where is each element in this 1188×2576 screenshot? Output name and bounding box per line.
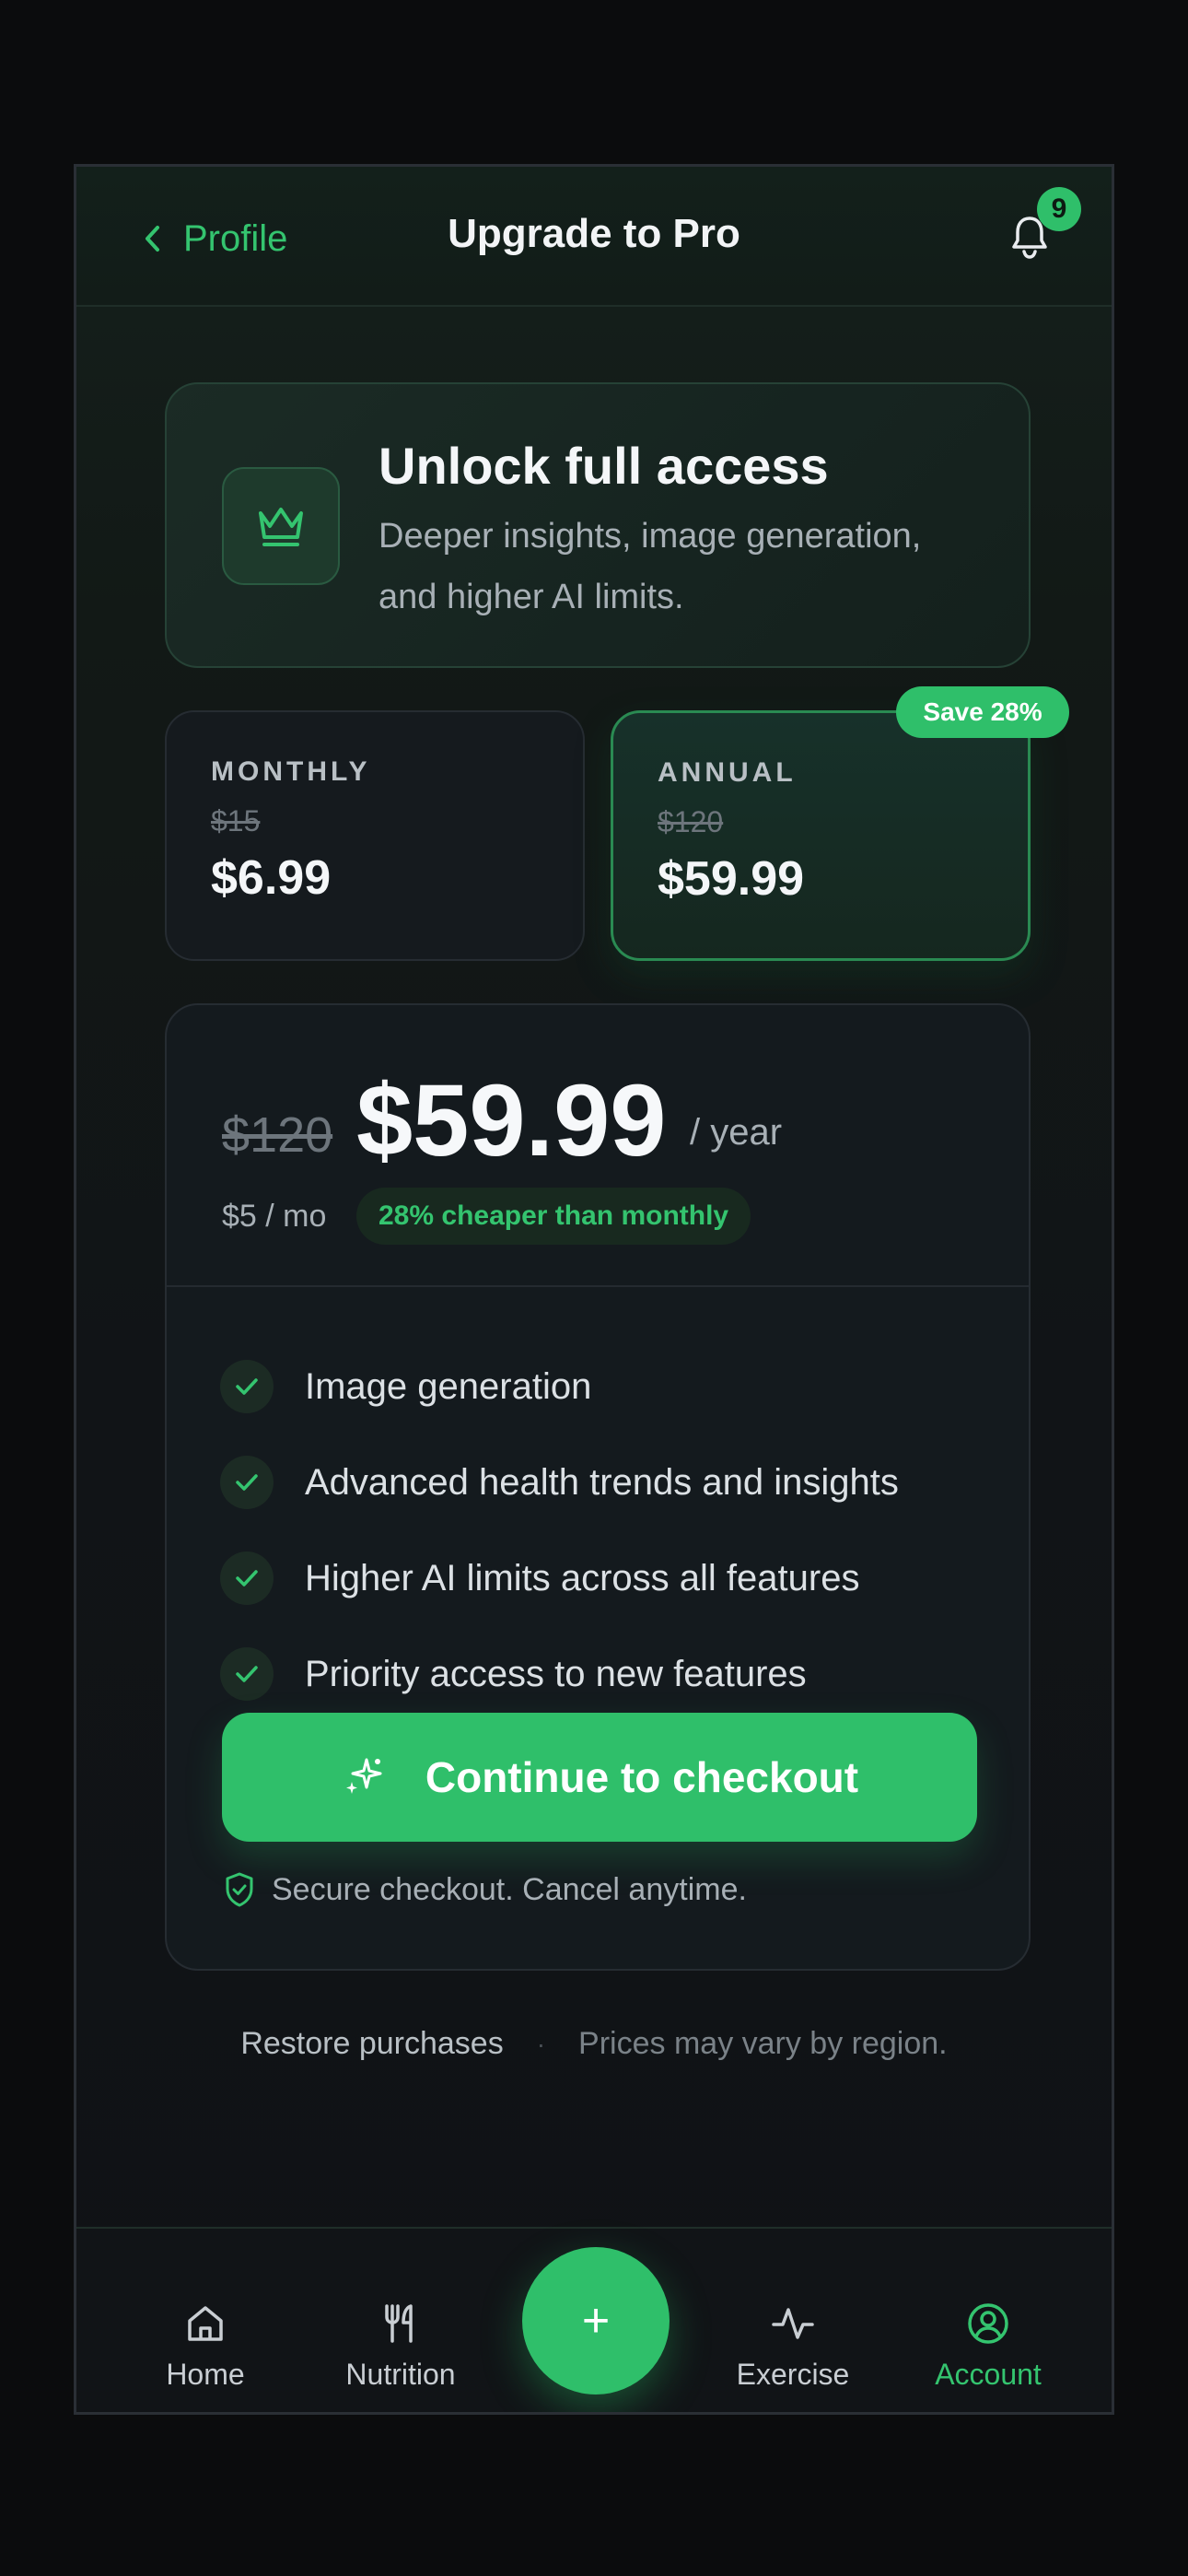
- tab-label: Exercise: [736, 2358, 850, 2391]
- tab-exercise[interactable]: Exercise: [701, 2301, 885, 2392]
- page-title: Upgrade to Pro: [448, 211, 740, 256]
- plan-price: $59.99: [658, 852, 805, 906]
- plan-old-price: $120: [658, 805, 724, 838]
- plan-label: ANNUAL: [658, 757, 797, 788]
- check-icon: [236, 1378, 258, 1395]
- home-icon: [188, 2306, 223, 2341]
- crown-badge: [222, 467, 340, 585]
- tab-label: Nutrition: [345, 2358, 456, 2391]
- secure-note: Secure checkout. Cancel anytime.: [224, 1871, 747, 1908]
- tab-nutrition[interactable]: Nutrition: [309, 2301, 493, 2392]
- add-button[interactable]: +: [522, 2247, 670, 2395]
- account-icon: [968, 2303, 1008, 2344]
- tab-label: Account: [935, 2358, 1042, 2391]
- sparkles-icon: [345, 1758, 382, 1794]
- save-badge: Save 28%: [896, 686, 1069, 738]
- footer-links: Restore purchases · Prices may vary by r…: [76, 2026, 1112, 2062]
- feature-item: Higher AI limits across all features: [220, 1549, 859, 1608]
- plan-price: $6.99: [211, 851, 332, 905]
- check-icon: [236, 1666, 258, 1682]
- check-icon: [236, 1474, 258, 1491]
- pricing-summary-card: $120 $59.99 / year $5 / mo 28% cheaper t…: [165, 1003, 1031, 1971]
- summary-old-price: $120: [222, 1107, 333, 1163]
- tab-home[interactable]: Home: [113, 2301, 297, 2392]
- divider: [167, 1285, 1029, 1287]
- plus-icon: +: [581, 2294, 611, 2348]
- check-badge: [220, 1456, 274, 1509]
- shield-check-icon: [226, 1872, 253, 1907]
- plan-old-price: $15: [211, 804, 261, 837]
- cta-label: Continue to checkout: [425, 1753, 859, 1801]
- notification-badge: 9: [1037, 187, 1081, 231]
- per-month-price: $5 / mo: [222, 1199, 327, 1234]
- app-screen: Profile Upgrade to Pro 9 Unlock full acc…: [74, 164, 1114, 2415]
- summary-unit: / year: [690, 1112, 783, 1153]
- unlock-card: Unlock full access Deeper insights, imag…: [165, 382, 1031, 668]
- plan-monthly[interactable]: MONTHLY $15 $6.99: [165, 710, 585, 961]
- plan-annual[interactable]: ANNUAL $120 $59.99: [611, 710, 1031, 961]
- feature-text: Priority access to new features: [305, 1653, 807, 1694]
- fork-knife-icon: [385, 2304, 413, 2343]
- feature-item: Image generation: [220, 1357, 591, 1416]
- check-icon: [236, 1570, 258, 1587]
- secure-text: Secure checkout. Cancel anytime.: [272, 1871, 747, 1907]
- restore-purchases-link[interactable]: Restore purchases: [240, 2026, 503, 2062]
- tab-label: Home: [166, 2358, 245, 2391]
- separator-dot: ·: [536, 2029, 546, 2058]
- feature-item: Priority access to new features: [220, 1645, 807, 1704]
- continue-checkout-button[interactable]: Continue to checkout: [222, 1713, 977, 1842]
- pricing-note: Prices may vary by region.: [578, 2026, 948, 2061]
- activity-icon: [772, 2308, 814, 2339]
- check-badge: [220, 1360, 274, 1413]
- crown-icon: [259, 508, 303, 546]
- hero-subtitle: Deeper insights, image generation, and h…: [379, 517, 922, 616]
- summary-price: $59.99: [356, 1064, 667, 1177]
- tab-account[interactable]: Account: [896, 2301, 1080, 2392]
- nav-header: Profile Upgrade to Pro 9: [76, 167, 1112, 307]
- feature-text: Higher AI limits across all features: [305, 1557, 860, 1598]
- hero-title: Unlock full access: [379, 437, 829, 495]
- check-badge: [220, 1647, 274, 1701]
- feature-text: Image generation: [305, 1365, 592, 1407]
- feature-item: Advanced health trends and insights: [220, 1453, 899, 1512]
- savings-badge: 28% cheaper than monthly: [356, 1188, 751, 1245]
- feature-text: Advanced health trends and insights: [305, 1461, 899, 1503]
- plan-label: MONTHLY: [211, 756, 371, 787]
- check-badge: [220, 1551, 274, 1605]
